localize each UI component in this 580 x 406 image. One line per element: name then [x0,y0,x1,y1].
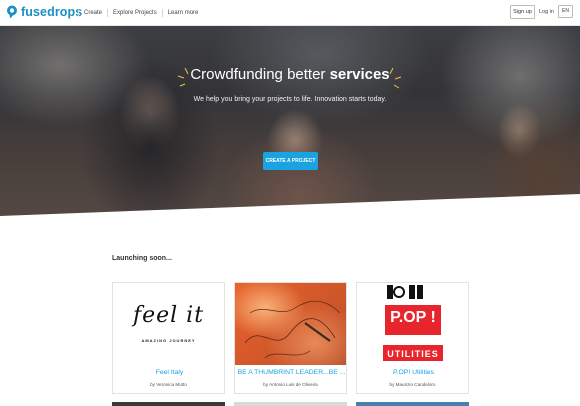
hero-title-bold: services [329,66,390,83]
pop-logo-text: P.OP ! [390,309,436,326]
logo-text: fusedrops [21,5,83,19]
feel-it-script-text: feel it [132,303,205,328]
project-card[interactable]: P.OP ! UTILITIES P.OP! Utilities by Maur… [356,282,469,394]
drop-logo-icon [6,5,18,19]
project-author: by Veronica Mutto [150,382,187,387]
project-title[interactable]: P.OP! Utilities [359,369,468,376]
main-nav: Create Explore Projects Learn more [78,9,203,17]
top-navbar: fusedrops Create Explore Projects Learn … [0,0,580,26]
project-author: by Maurizio Candeloro [389,382,436,387]
nav-explore-projects[interactable]: Explore Projects [107,9,162,17]
project-author: by Antonio Luis de Oliveira [263,382,318,387]
project-thumbnail[interactable] [235,283,346,365]
project-card[interactable]: BE A THUMBRINT LEADER...BE ... by Antoni… [234,282,347,394]
project-card-next-row[interactable] [234,402,347,406]
hero-banner: Crowdfunding better services We help you… [0,26,580,216]
create-project-button[interactable]: CREATE A PROJECT [263,152,318,170]
signup-button[interactable]: Sign up [510,5,535,19]
amazing-journey-text: AMAZING JOURNEY [141,338,196,343]
login-link[interactable]: Log in [539,9,554,15]
hero-title: Crowdfunding better services [0,66,580,83]
launching-soon-heading: Launching soon... [112,255,172,262]
project-thumbnail[interactable]: P.OP ! UTILITIES [357,283,468,365]
nav-create[interactable]: Create [78,9,107,17]
project-card-next-row[interactable] [356,402,469,406]
logo[interactable]: fusedrops [6,5,82,19]
sketch-drawing-icon [244,300,341,359]
project-thumbnail[interactable]: feel it AMAZING JOURNEY [113,283,224,365]
project-card-next-row[interactable] [112,402,225,406]
project-title[interactable]: BE A THUMBRINT LEADER...BE ... [237,369,346,376]
hero-bottom-slant [0,194,580,216]
hero-title-prefix: Crowdfunding better [190,66,330,83]
hero-subtitle: We help you bring your projects to life.… [193,96,387,103]
nav-learn-more[interactable]: Learn more [161,9,204,17]
project-title[interactable]: Feel Italy [115,369,224,376]
utilities-logo-text: UTILITIES [387,349,439,359]
language-selector[interactable]: EN [558,5,573,18]
project-card[interactable]: feel it AMAZING JOURNEY Feel Italy by Ve… [112,282,225,394]
